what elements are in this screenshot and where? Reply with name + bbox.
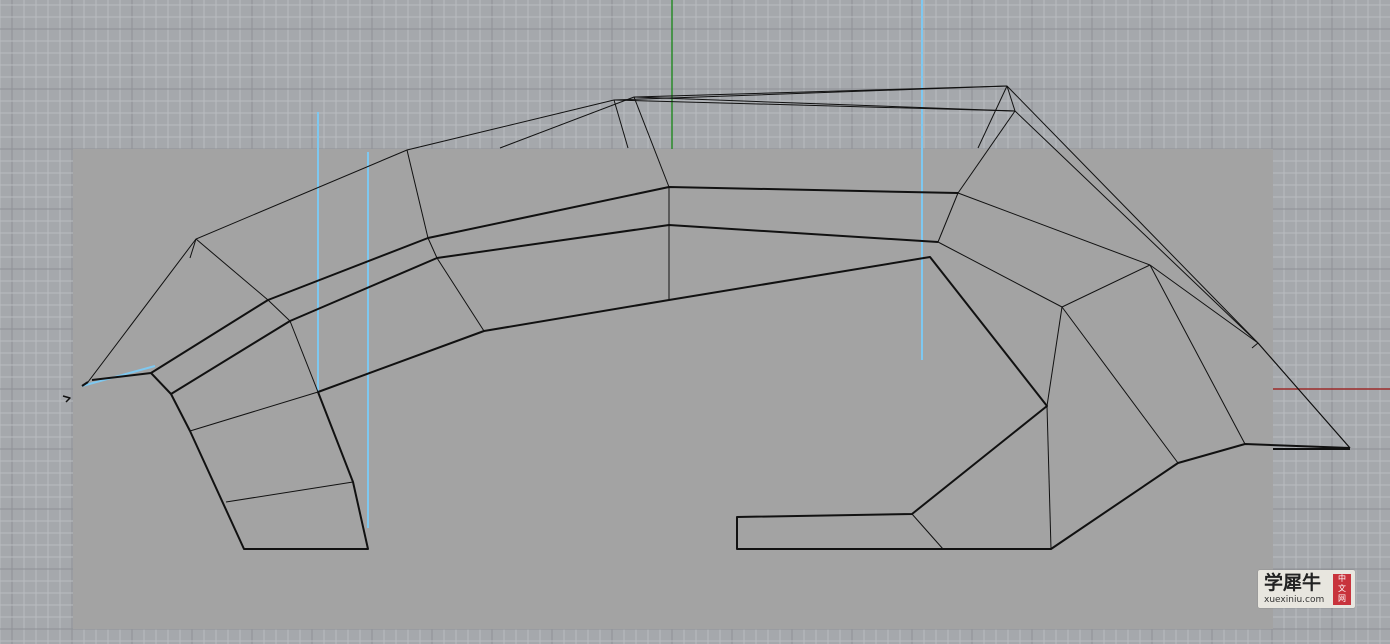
viewport-canvas[interactable] <box>0 0 1390 644</box>
section-edge[interactable] <box>977 85 1008 149</box>
watermark-badge: 中 文 网 <box>1333 574 1351 605</box>
badge-char: 文 <box>1338 584 1346 593</box>
background-reference-plane <box>73 149 1273 629</box>
watermark-url: xuexiniu.com <box>1264 595 1325 605</box>
watermark-title: 学犀牛 <box>1264 572 1322 594</box>
badge-char: 中 <box>1338 574 1346 583</box>
rhino-viewport[interactable]: 学犀牛 xuexiniu.com 中 文 网 <box>0 0 1390 644</box>
upper-ridge-curve[interactable] <box>499 96 1016 149</box>
site-watermark: 学犀牛 xuexiniu.com 中 文 网 <box>1258 570 1355 608</box>
badge-char: 网 <box>1338 594 1346 603</box>
ridge-span-curve[interactable] <box>613 99 1016 112</box>
section-edge[interactable] <box>613 99 629 149</box>
ridge-top-curve[interactable] <box>633 85 1008 98</box>
